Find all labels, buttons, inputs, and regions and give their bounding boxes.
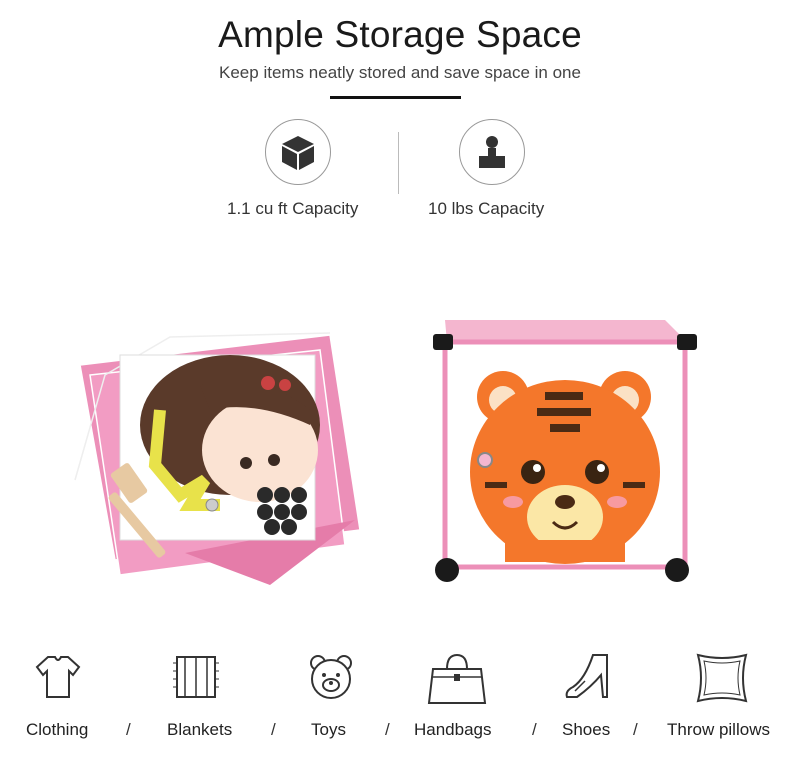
category-clothing-label: Clothing	[26, 720, 89, 739]
separator: /	[271, 720, 276, 739]
weight-icon	[459, 119, 525, 185]
pillow-icon	[667, 651, 777, 705]
separator: /	[385, 720, 390, 739]
separator: /	[532, 720, 537, 739]
separator: /	[126, 720, 131, 739]
category-toys-label: Toys	[311, 720, 346, 739]
page-subtitle: Keep items neatly stored and save space …	[219, 63, 581, 82]
flat-panels-image	[74, 332, 361, 585]
assembled-cube-image	[433, 320, 697, 582]
capacity-weight-label: 10 lbs Capacity	[428, 199, 545, 218]
category-throw-pillows-label: Throw pillows	[667, 720, 770, 739]
handbag-icon	[402, 651, 512, 707]
title-underline	[330, 96, 461, 99]
teddy-bear-icon	[276, 651, 386, 701]
page-title: Ample Storage Space	[218, 14, 582, 55]
category-shoes-label: Shoes	[562, 720, 611, 739]
category-handbags-label: Handbags	[414, 720, 492, 739]
blanket-icon	[141, 651, 251, 701]
separator: /	[633, 720, 638, 739]
spec-divider	[398, 132, 399, 194]
capacity-volume-label: 1.1 cu ft Capacity	[227, 199, 359, 218]
category-blankets-label: Blankets	[167, 720, 233, 739]
high-heel-icon	[536, 651, 646, 705]
cube-icon	[265, 119, 331, 185]
tshirt-icon	[3, 651, 113, 701]
